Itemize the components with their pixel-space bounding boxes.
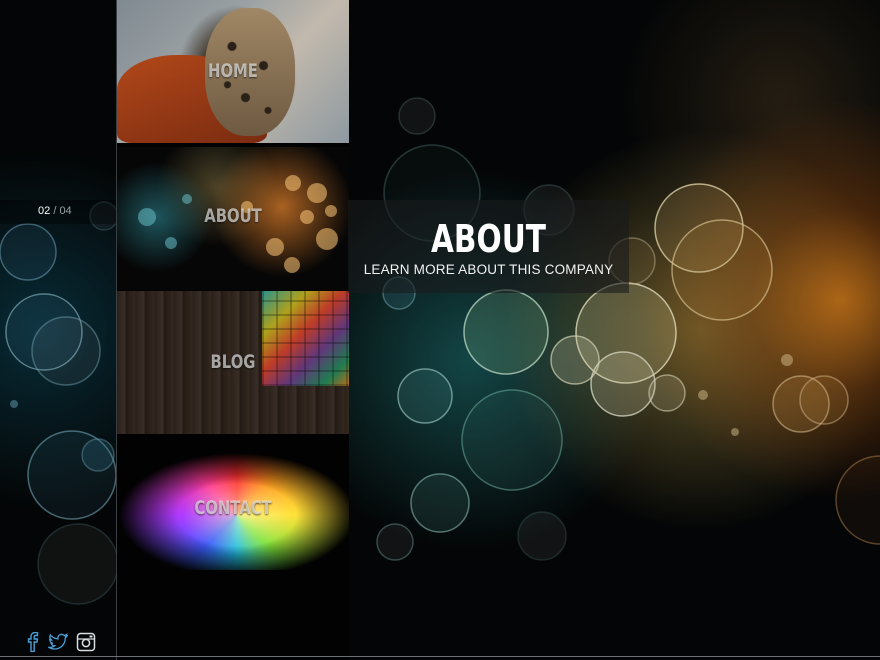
- nav-item-contact-label: CONTACT: [194, 497, 272, 519]
- hero-title: ABOUT: [430, 217, 547, 261]
- social-links: [26, 631, 96, 657]
- main-navigation: HOME ABOUT BLOG CONTACT: [116, 0, 349, 660]
- slide-counter-separator: /: [53, 205, 57, 217]
- nav-item-about-label: ABOUT: [204, 205, 262, 227]
- left-strip: [0, 0, 116, 660]
- slide-counter-total: 04: [59, 205, 72, 217]
- nav-item-home[interactable]: HOME: [117, 0, 349, 143]
- nav-item-home-label: HOME: [208, 60, 258, 82]
- bottom-divider: [0, 656, 880, 657]
- slide-counter: 02 / 04: [38, 205, 72, 217]
- main-overlay: [348, 0, 880, 660]
- hero-subtitle: LEARN MORE ABOUT THIS COMPANY: [363, 262, 614, 277]
- nav-item-blog-label: BLOG: [210, 351, 256, 373]
- hero-caption: ABOUT LEARN MORE ABOUT THIS COMPANY: [348, 200, 629, 293]
- instagram-icon[interactable]: [76, 632, 96, 657]
- facebook-icon[interactable]: [26, 631, 40, 657]
- nav-item-blog[interactable]: BLOG: [117, 291, 349, 434]
- slide-counter-current: 02: [38, 205, 51, 217]
- nav-item-about[interactable]: ABOUT: [117, 147, 349, 290]
- nav-item-contact[interactable]: CONTACT: [117, 435, 349, 578]
- twitter-icon[interactable]: [46, 632, 69, 656]
